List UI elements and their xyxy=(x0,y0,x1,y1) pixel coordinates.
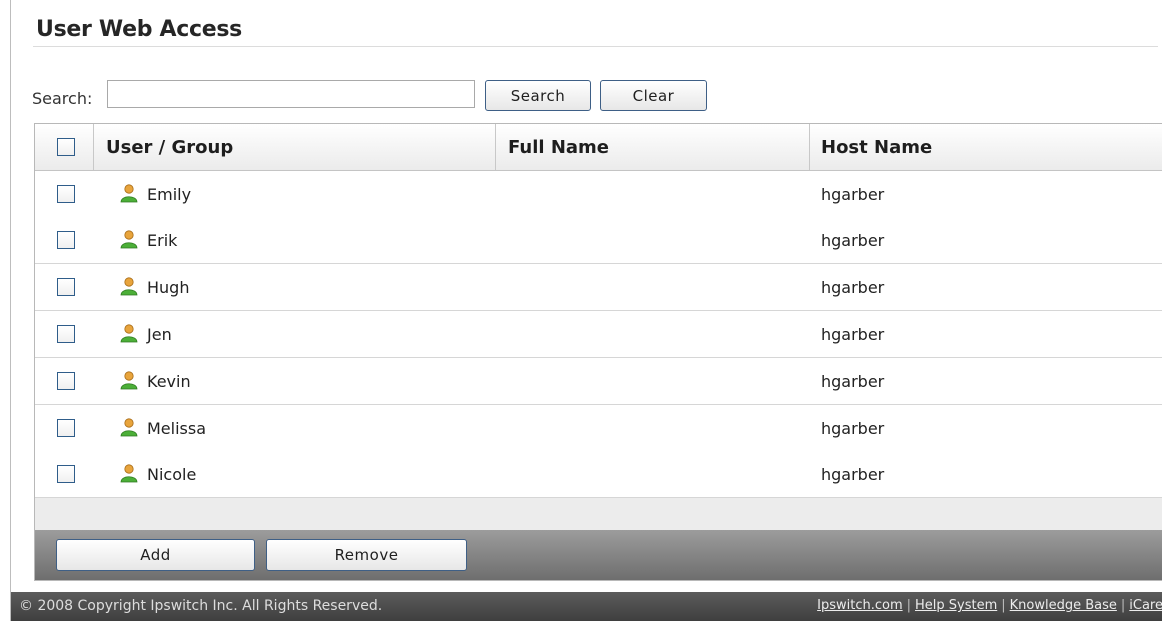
grid-header: User / Group Full Name Host Name xyxy=(35,124,1162,171)
user-icon xyxy=(120,464,138,483)
row-checkbox[interactable] xyxy=(57,185,75,203)
row-checkbox[interactable] xyxy=(57,465,75,483)
row-checkbox[interactable] xyxy=(57,231,75,249)
link-separator: | xyxy=(906,598,911,613)
table-row[interactable]: Emily hgarber xyxy=(35,171,1162,218)
row-checkbox[interactable] xyxy=(57,419,75,437)
title-divider xyxy=(33,46,1158,47)
footer-bar: © 2008 Copyright Ipswitch Inc. All Right… xyxy=(11,592,1162,621)
link-separator: | xyxy=(1120,598,1126,613)
user-name: Erik xyxy=(147,230,178,250)
footer-link-help-system[interactable]: Help System xyxy=(915,598,997,613)
clear-button[interactable]: Clear xyxy=(600,80,707,111)
user-name: Jen xyxy=(147,324,172,344)
column-divider xyxy=(495,124,496,170)
add-button[interactable]: Add xyxy=(56,539,255,571)
footer-link-icare[interactable]: iCare xyxy=(1129,598,1162,613)
table-row[interactable]: Nicole hgarber xyxy=(35,451,1162,498)
user-name: Hugh xyxy=(147,277,190,297)
host-name: hgarber xyxy=(821,418,885,438)
user-icon xyxy=(120,184,138,203)
link-separator: | xyxy=(1001,598,1006,613)
user-name: Kevin xyxy=(147,371,191,391)
user-icon xyxy=(120,371,138,390)
column-header-host-name[interactable]: Host Name xyxy=(821,124,932,170)
table-row[interactable]: Hugh hgarber xyxy=(35,264,1162,311)
users-grid: User / Group Full Name Host Name Emily h… xyxy=(34,123,1162,581)
user-icon xyxy=(120,324,138,343)
host-name: hgarber xyxy=(821,371,885,391)
host-name: hgarber xyxy=(821,324,885,344)
table-row[interactable]: Erik hgarber xyxy=(35,217,1162,264)
column-header-full-name[interactable]: Full Name xyxy=(508,124,609,170)
table-row[interactable]: Jen hgarber xyxy=(35,311,1162,358)
footer-link-knowledge-base[interactable]: Knowledge Base xyxy=(1010,598,1117,613)
user-name: Emily xyxy=(147,184,192,204)
user-icon xyxy=(120,277,138,296)
user-name: Melissa xyxy=(147,418,207,438)
row-checkbox[interactable] xyxy=(57,278,75,296)
grid-empty-area xyxy=(35,498,1162,530)
host-name: hgarber xyxy=(821,184,885,204)
page-title: User Web Access xyxy=(36,17,242,42)
grid-toolbar: Add Remove xyxy=(35,530,1162,580)
user-icon xyxy=(120,418,138,437)
footer-links: Ipswitch.com | Help System | Knowledge Base |… xyxy=(817,598,1162,613)
user-icon xyxy=(120,230,138,249)
row-checkbox[interactable] xyxy=(57,325,75,343)
copyright-text: © 2008 Copyright Ipswitch Inc. All Right… xyxy=(19,598,383,614)
table-row[interactable]: Melissa hgarber xyxy=(35,405,1162,452)
user-name: Nicole xyxy=(147,464,197,484)
search-input[interactable] xyxy=(107,80,475,108)
select-all-checkbox[interactable] xyxy=(57,138,75,156)
footer-link-ipswitch[interactable]: Ipswitch.com xyxy=(817,598,902,613)
column-divider xyxy=(93,124,94,170)
main-frame: User Web Access Search: Search Clear Use… xyxy=(10,0,1162,621)
column-divider xyxy=(809,124,810,170)
host-name: hgarber xyxy=(821,464,885,484)
row-checkbox[interactable] xyxy=(57,372,75,390)
search-label: Search: xyxy=(32,89,93,108)
remove-button[interactable]: Remove xyxy=(266,539,467,571)
table-row[interactable]: Kevin hgarber xyxy=(35,358,1162,405)
host-name: hgarber xyxy=(821,277,885,297)
host-name: hgarber xyxy=(821,230,885,250)
search-button[interactable]: Search xyxy=(485,80,591,111)
column-header-user-group[interactable]: User / Group xyxy=(106,124,233,170)
